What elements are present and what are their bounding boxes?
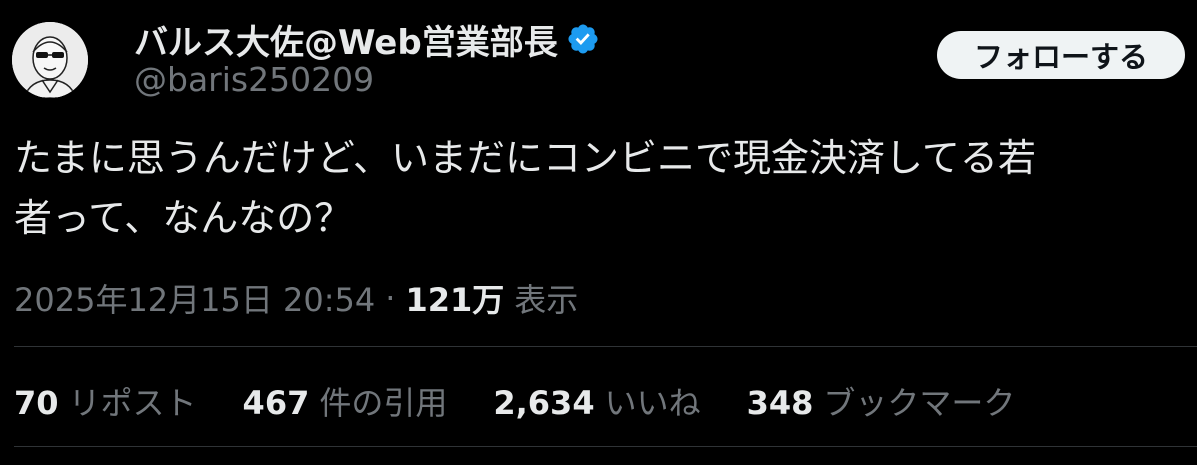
verified-badge-icon[interactable] [566, 22, 600, 56]
engagement-stats: 70 リポスト 467 件の引用 2,634 いいね 348 ブックマーク [14, 376, 1061, 426]
stat-label: ブックマーク [823, 384, 1016, 422]
tweet-meta: 2025年12月15日 20:54 · 121万 表示 [14, 274, 578, 322]
stat-value: 348 [746, 384, 814, 422]
tweet-text-line: 者って、なんなの？ [14, 196, 353, 240]
meta-separator: · [385, 279, 396, 317]
author-name-row: バルス大佐@Web営業部長 [134, 14, 600, 64]
display-name[interactable]: バルス大佐@Web営業部長 [134, 15, 558, 64]
views-label: 表示 [514, 281, 579, 319]
avatar[interactable] [12, 22, 88, 98]
author-handle[interactable]: @baris250209 [134, 60, 374, 99]
stat-label: いいね [604, 384, 701, 422]
stat-quotes[interactable]: 467 件の引用 [243, 378, 448, 424]
stat-reposts[interactable]: 70 リポスト [14, 378, 197, 424]
tweet-text-line: たまに思うんだけど、いまだにコンビニで現金決済してる若 [14, 136, 1036, 180]
stat-value: 70 [14, 384, 59, 422]
tweet-text: たまに思うんだけど、いまだにコンビニで現金決済してる若 者って、なんなの？ [14, 128, 1189, 248]
follow-button[interactable]: フォローする [937, 31, 1185, 79]
avatar-illustration [12, 22, 88, 98]
stat-label: 件の引用 [319, 384, 448, 422]
stat-bookmarks[interactable]: 348 ブックマーク [747, 378, 1016, 424]
divider [14, 346, 1197, 347]
stat-value: 2,634 [493, 384, 595, 422]
stat-likes[interactable]: 2,634 いいね [493, 378, 700, 424]
views-count: 121万 [405, 281, 505, 319]
stat-label: リポスト [68, 384, 197, 422]
tweet-timestamp[interactable]: 2025年12月15日 20:54 [14, 275, 375, 321]
stat-value: 467 [242, 384, 310, 422]
divider [14, 446, 1197, 447]
